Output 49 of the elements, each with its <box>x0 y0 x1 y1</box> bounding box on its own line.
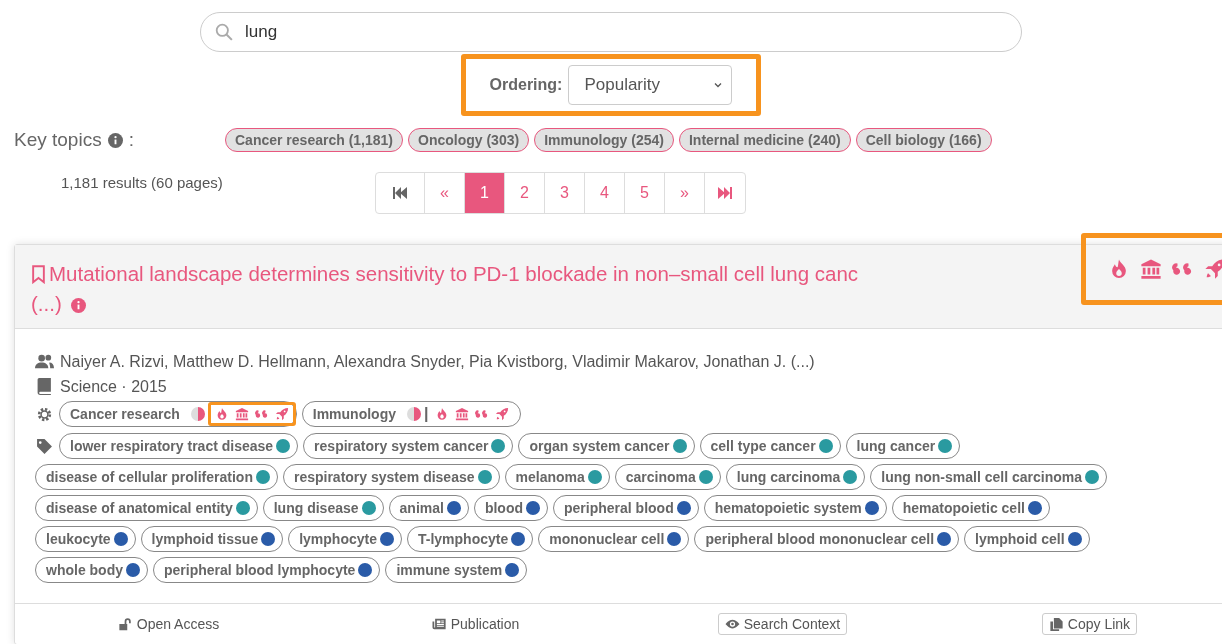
ordering-dropdown[interactable]: Popularity <box>568 65 733 105</box>
venue-text: Science · 2015 <box>60 377 167 396</box>
half-circle-icon <box>190 407 205 421</box>
copy-icon <box>1048 617 1064 631</box>
quote-icon <box>254 407 269 421</box>
title-more-link[interactable]: (...) <box>31 292 62 315</box>
topic-tag[interactable]: Internal medicine (240) <box>678 128 851 152</box>
gear-icon <box>35 405 54 423</box>
action-button[interactable]: Copy Link <box>1041 613 1138 635</box>
eye-icon <box>724 617 740 631</box>
bank-icon <box>455 407 470 421</box>
ordering-label: Ordering: <box>489 76 563 94</box>
rocket-icon <box>495 407 510 421</box>
unlock-icon <box>117 617 133 631</box>
topic-tag[interactable]: Immunology (254) <box>534 128 674 152</box>
book-icon <box>35 378 54 395</box>
chevron-down-icon <box>713 80 724 90</box>
page-button[interactable]: 4 <box>584 173 624 213</box>
skip-forward-icon <box>717 187 733 199</box>
results-count: 1,181 results (60 pages) <box>60 173 224 193</box>
tag-icon <box>35 437 54 455</box>
newspaper-icon <box>431 617 447 631</box>
action-button[interactable]: Open Access <box>111 614 226 634</box>
info-icon <box>71 298 87 313</box>
page-button[interactable]: 1 <box>464 173 504 213</box>
half-circle-icon <box>407 407 421 421</box>
page-button[interactable]: » <box>664 173 704 213</box>
quote-icon <box>475 407 490 421</box>
authors-text: Naiyer A. Rizvi, Matthew D. Hellmann, Alexandra Snyder, Pia Kvistborg, Vladimir Makarov, Jonathan J. (...) <box>60 352 815 371</box>
bank-icon <box>234 407 249 421</box>
colon-text: : <box>128 129 134 151</box>
page-button[interactable]: 2 <box>504 173 544 213</box>
key-topics-label: Key topics <box>14 129 102 151</box>
info-icon <box>107 132 123 148</box>
action-button[interactable]: Search Context <box>717 613 848 635</box>
page-button[interactable]: 3 <box>544 173 584 213</box>
bank-icon <box>1140 258 1162 280</box>
action-button[interactable]: Publication <box>425 614 526 634</box>
bookmark-icon[interactable] <box>31 265 46 284</box>
topic-tag[interactable]: Cell biology (166) <box>855 128 992 152</box>
topic-tag[interactable]: Oncology (303) <box>408 128 530 152</box>
rocket-icon <box>1204 258 1222 280</box>
search-icon <box>215 23 233 41</box>
topic-tag[interactable]: Cancer research (1,181) <box>225 128 403 152</box>
users-icon <box>35 353 54 370</box>
result-title[interactable]: Mutational landscape determines sensitivity to PD-1 blockade in non–small cell lung canc <box>49 262 859 285</box>
rocket-icon <box>274 407 289 421</box>
page-button[interactable]: 5 <box>624 173 664 213</box>
skip-back-icon <box>392 187 408 199</box>
